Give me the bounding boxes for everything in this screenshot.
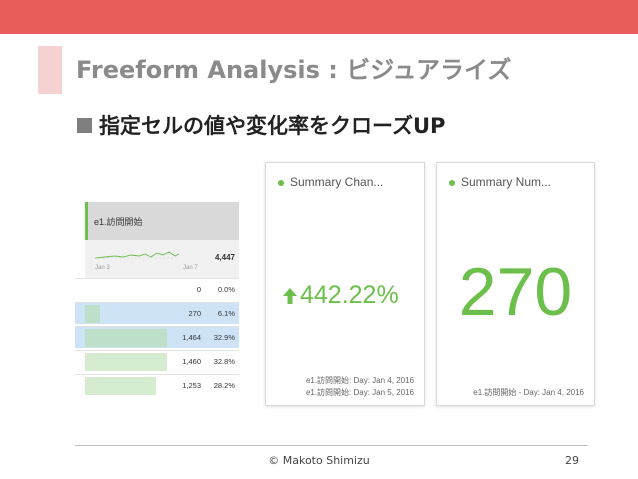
title-accent-block: [38, 46, 62, 94]
row-bar: [85, 377, 156, 395]
table-row[interactable]: 1,460 32.8%: [75, 350, 239, 372]
row-bar: [85, 353, 167, 371]
sparkline-chart: [94, 251, 180, 259]
freeform-table: e1.訪問開始 4,447 Jan 3 Jan 7 0 0.0% 270 6.1% 1,…: [75, 202, 239, 404]
page-number: 29: [565, 454, 579, 467]
row-value: 270: [188, 309, 201, 318]
card-footer: e1.訪問開始 - Day: Jan 4, 2016: [473, 388, 584, 397]
card-title: Summary Num...: [461, 175, 552, 189]
row-percent: 0.0%: [217, 285, 235, 294]
row-bar: [85, 329, 167, 347]
change-value: 442.22%: [282, 281, 399, 310]
row-bar: [85, 305, 100, 323]
table-row[interactable]: 1,253 28.2%: [75, 374, 239, 396]
change-percent: 442.22%: [300, 281, 399, 309]
row-value: 0: [196, 285, 201, 294]
table-header[interactable]: e1.訪問開始: [85, 202, 239, 240]
up-arrow-icon: [283, 287, 297, 304]
square-bullet-icon: [77, 117, 92, 133]
footer-divider: [75, 445, 588, 446]
row-value: 1,253: [182, 381, 201, 390]
sparkline-start-label: Jan 3: [95, 265, 110, 271]
bullet-text: 指定セルの値や変化率をクローズUP: [99, 114, 446, 138]
summary-total: 4,447: [214, 253, 235, 262]
bullet-point: 指定セルの値や変化率をクローズUP: [77, 110, 445, 140]
table-summary-row: 4,447 Jan 3 Jan 7: [85, 240, 239, 278]
row-percent: 6.1%: [217, 309, 235, 318]
row-percent: 28.2%: [213, 381, 235, 390]
card-title: Summary Chan...: [290, 175, 384, 189]
card-footer-line2: e1.訪問開始: Day: Jan 5, 2016: [305, 388, 414, 397]
status-dot-icon: [449, 180, 455, 186]
row-percent: 32.9%: [213, 333, 235, 342]
table-row[interactable]: 270 6.1%: [75, 302, 239, 324]
summary-number-card[interactable]: Summary Num... 270 e1.訪問開始 - Day: Jan 4,…: [436, 162, 595, 406]
card-footer-line1: e1.訪問開始: Day: Jan 4, 2016: [305, 376, 414, 385]
summary-change-card[interactable]: Summary Chan... 442.22% e1.訪問開始: Day: Ja…: [265, 162, 425, 406]
summary-number-value: 270: [458, 254, 573, 330]
table-header-label: e1.訪問開始: [94, 217, 143, 227]
table-row[interactable]: 0 0.0%: [75, 278, 239, 300]
status-dot-icon: [278, 180, 284, 186]
table-row[interactable]: 1,464 32.9%: [75, 326, 239, 348]
row-percent: 32.8%: [213, 357, 235, 366]
row-value: 1,464: [182, 333, 201, 342]
slide-title: Freeform Analysis : ビジュアライズ: [76, 56, 512, 84]
row-value: 1,460: [182, 357, 201, 366]
top-accent-bar: [0, 0, 638, 34]
copyright: © Makoto Shimizu: [268, 454, 370, 467]
sparkline-end-label: Jan 7: [183, 265, 198, 271]
